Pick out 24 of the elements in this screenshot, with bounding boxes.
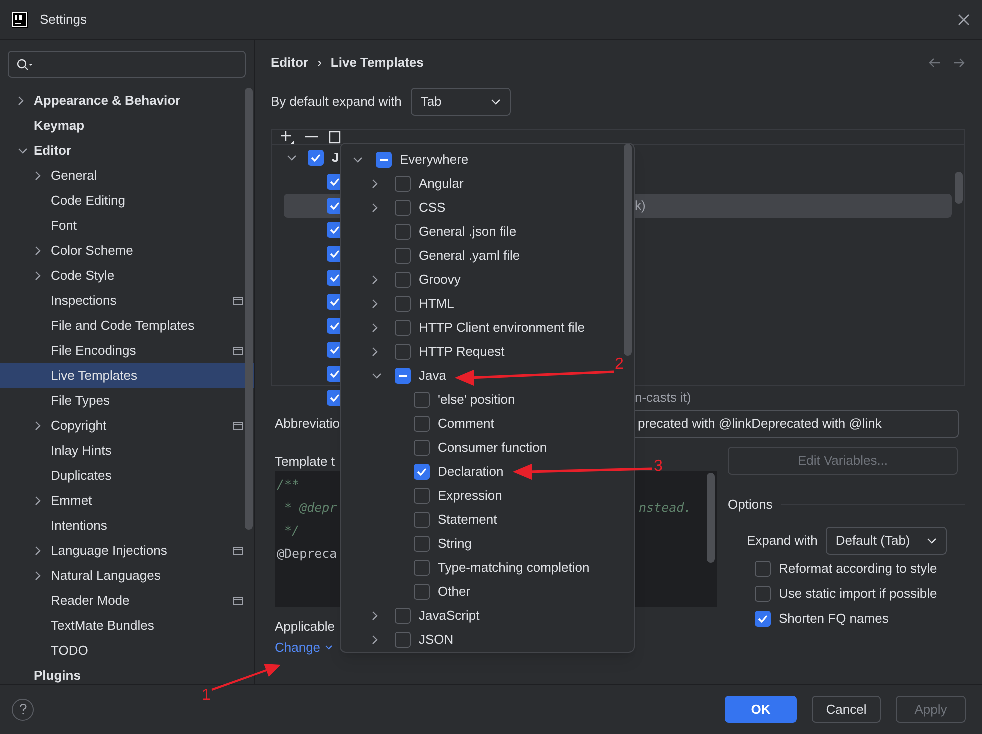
code-text: /** [277,476,300,494]
template-description: k) [635,197,646,216]
annotation-number: 1 [202,688,211,704]
checkbox-label: Use static import if possible [779,585,938,604]
template-description: n-casts it) [635,389,692,408]
window-title: Settings [40,10,87,29]
annotation-number: 2 [615,357,624,373]
field-label: Template t [275,453,335,471]
breadcrumb-separator: › [318,54,322,72]
field-label: By default expand with [271,93,402,112]
template-group-label: J [332,149,340,168]
field-label: Expand with [747,532,818,550]
code-text: * @depr [284,499,338,518]
options-heading: Options [728,496,773,514]
checkbox-label: Reformat according to style [779,560,938,578]
annotation-number: 3 [654,459,663,475]
code-text: @Depreca [277,545,338,564]
breadcrumb-current: Live Templates [330,54,424,72]
code-text: nstead. [639,499,692,518]
field-label: Applicable [275,618,336,633]
checkbox-label: Shorten FQ names [779,610,889,628]
field-label: Abbreviatio [275,415,340,434]
field-value: precated with @linkDeprecated with @link [638,415,882,434]
code-text: */ [284,522,300,540]
